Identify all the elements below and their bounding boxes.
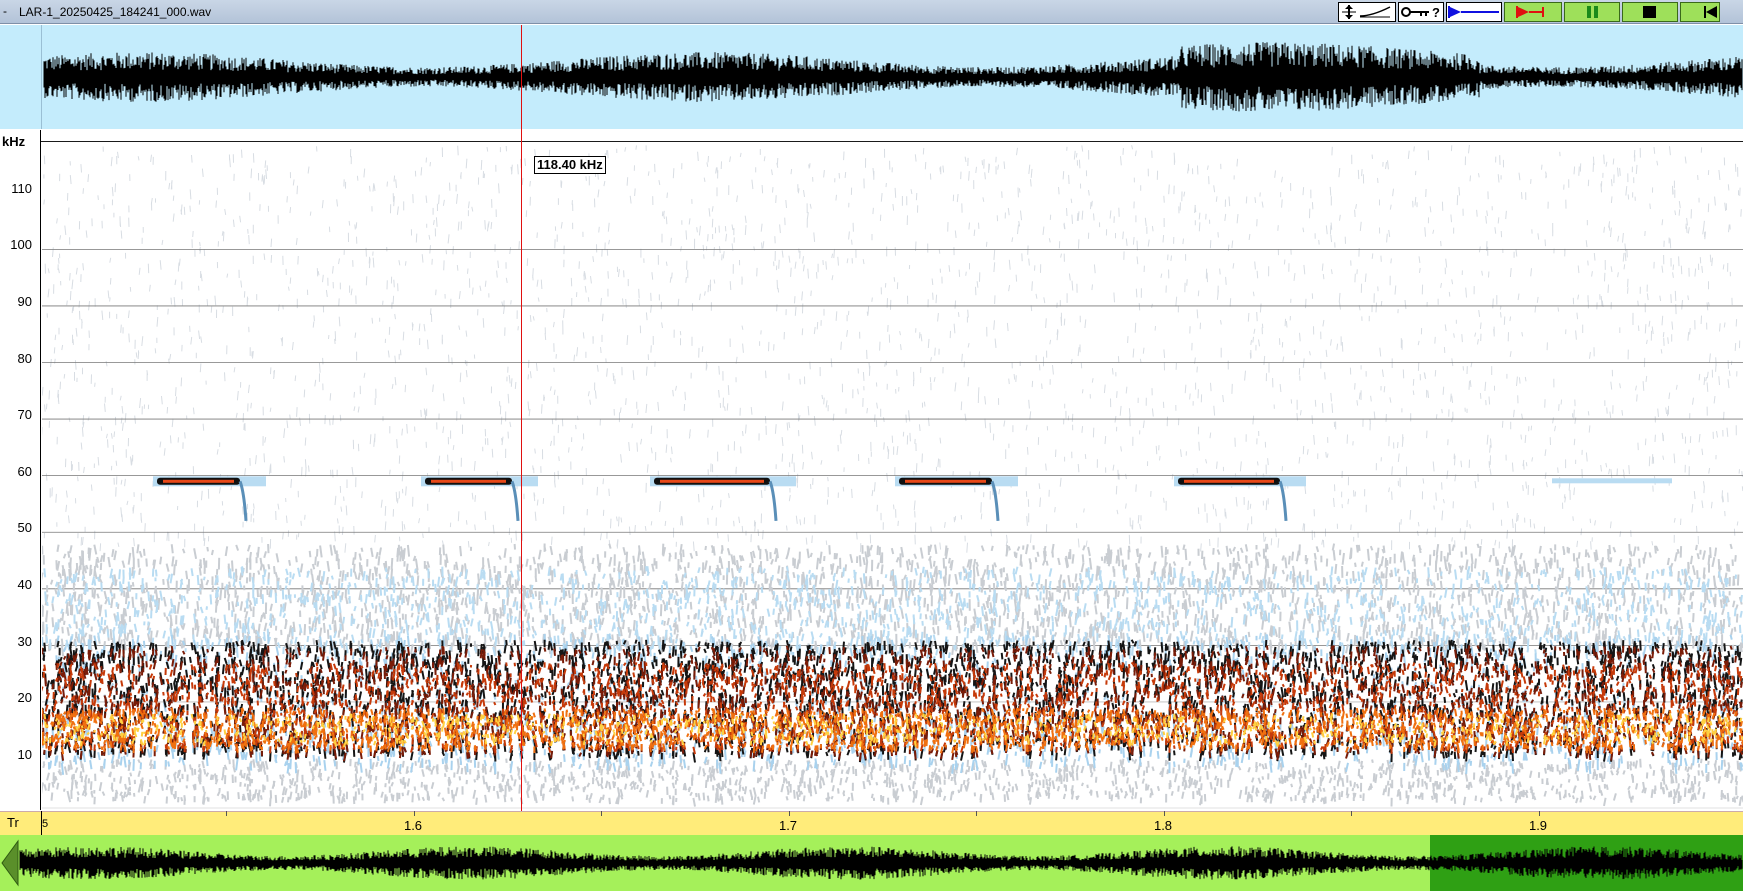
freq-tick-90: 90 [17, 294, 32, 309]
spectrogram-panel[interactable] [39, 130, 1743, 810]
time-label-1.6: 1.6 [403, 818, 423, 833]
freq-tick-30: 30 [17, 634, 32, 649]
overview-divider [41, 25, 42, 129]
time-label-1.7: 1.7 [778, 818, 798, 833]
rewind-to-start-icon [1704, 6, 1717, 18]
blue-arrow-line-icon [1448, 6, 1499, 18]
freq-tick-110: 110 [11, 181, 32, 196]
freq-tick-50: 50 [17, 520, 32, 535]
file-title: LAR-1_20250425_184241_000.wav [19, 5, 212, 19]
time-label-1.9: 1.9 [1528, 818, 1548, 833]
freq-tick-10: 10 [17, 747, 32, 762]
svg-text:?: ? [1432, 5, 1440, 20]
freq-tick-40: 40 [17, 577, 32, 592]
pause-icon [1587, 6, 1598, 18]
cursor-frequency-readout: 118.40 kHz [534, 156, 606, 174]
title-bar: - LAR-1_20250425_184241_000.wav ? [0, 0, 1743, 24]
key-question-icon: ? [1401, 5, 1440, 20]
freq-tick-80: 80 [17, 351, 32, 366]
play-selection-button[interactable] [1504, 2, 1562, 22]
freq-tick-100: 100 [10, 237, 32, 252]
toolbar: ? [1338, 2, 1720, 22]
key-help-button[interactable]: ? [1398, 2, 1444, 22]
freq-tick-70: 70 [17, 407, 32, 422]
frequency-unit-label: kHz [2, 134, 26, 149]
time-edge-label: 5 [41, 818, 49, 830]
pause-button[interactable] [1564, 2, 1620, 22]
spectrogram-top-line [41, 141, 1743, 142]
playback-cursor[interactable] [521, 25, 522, 811]
overview-waveform [43, 42, 1743, 112]
freq-tick-20: 20 [17, 690, 32, 705]
stop-button[interactable] [1622, 2, 1678, 22]
navigator-waveform [19, 846, 1743, 880]
time-axis-row-label: Tr [7, 815, 19, 830]
red-play-marker-icon [1516, 6, 1544, 18]
time-label-1.8: 1.8 [1153, 818, 1173, 833]
freq-tick-60: 60 [17, 464, 32, 479]
playhead-button[interactable] [1446, 2, 1502, 22]
stop-icon [1643, 6, 1656, 18]
scale-toggle-button[interactable] [1338, 2, 1396, 22]
vertical-scale-icon [1342, 5, 1391, 19]
overview-waveform-panel[interactable] [0, 25, 1743, 129]
window-menu-dash[interactable]: - [3, 4, 7, 18]
time-axis-bar[interactable] [0, 811, 1743, 835]
spectrogram-plot [39, 144, 1743, 809]
rewind-button[interactable] [1680, 2, 1720, 22]
navigator-left-arrow-icon[interactable] [0, 835, 20, 891]
